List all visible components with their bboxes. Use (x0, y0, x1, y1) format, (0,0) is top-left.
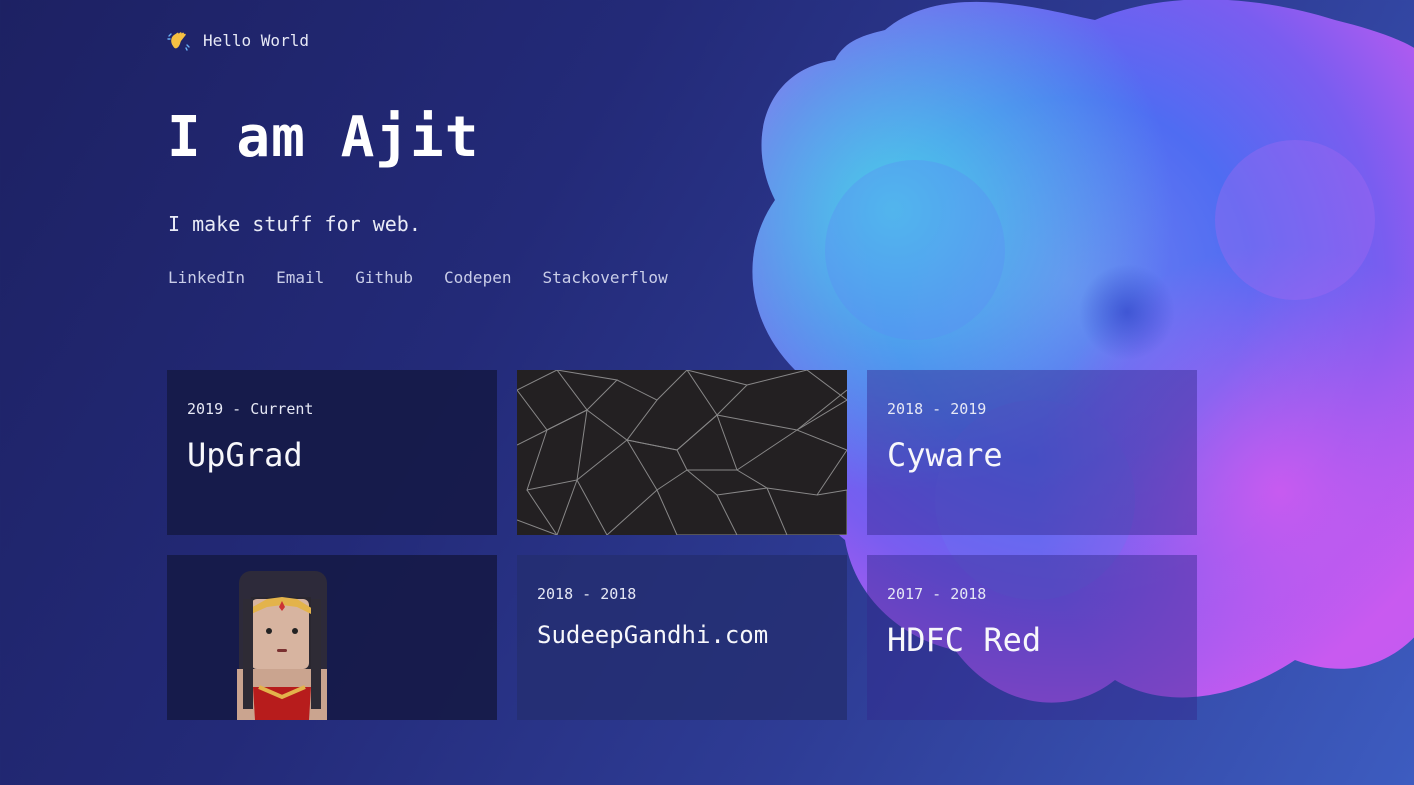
hero-tagline: I make stuff for web. (168, 212, 421, 236)
wonder-woman-avatar-image (237, 571, 327, 720)
mesh-image-tile[interactable] (517, 370, 847, 535)
greeting-text: Hello World (203, 30, 309, 50)
experience-card-upgrad[interactable]: 2019 - Current UpGrad (167, 370, 497, 535)
email-link[interactable]: Email (276, 268, 324, 287)
social-links: LinkedIn Email Github Codepen Stackoverf… (168, 268, 668, 287)
experience-company: UpGrad (187, 436, 303, 474)
triangle-mesh-image (517, 370, 847, 535)
avatar-image-tile[interactable] (167, 555, 497, 720)
experience-period: 2018 - 2019 (887, 400, 987, 418)
greeting: Hello World (167, 28, 309, 52)
experience-company: SudeepGandhi.com (537, 621, 769, 649)
codepen-link[interactable]: Codepen (444, 268, 511, 287)
experience-card-hdfc-red[interactable]: 2017 - 2018 HDFC Red (867, 555, 1197, 720)
experience-period: 2018 - 2018 (537, 585, 637, 603)
experience-company: HDFC Red (887, 621, 1042, 659)
linkedin-link[interactable]: LinkedIn (168, 268, 245, 287)
github-link[interactable]: Github (355, 268, 413, 287)
experience-card-cyware[interactable]: 2018 - 2019 Cyware (867, 370, 1197, 535)
experience-period: 2017 - 2018 (887, 585, 987, 603)
waving-hand-icon (167, 32, 190, 51)
experience-card-sudeepgandhi[interactable]: 2018 - 2018 SudeepGandhi.com (517, 555, 847, 720)
experience-period: 2019 - Current (187, 400, 314, 418)
stackoverflow-link[interactable]: Stackoverflow (542, 268, 667, 287)
hero-title: I am Ajit (167, 105, 480, 170)
experience-company: Cyware (887, 436, 1003, 474)
